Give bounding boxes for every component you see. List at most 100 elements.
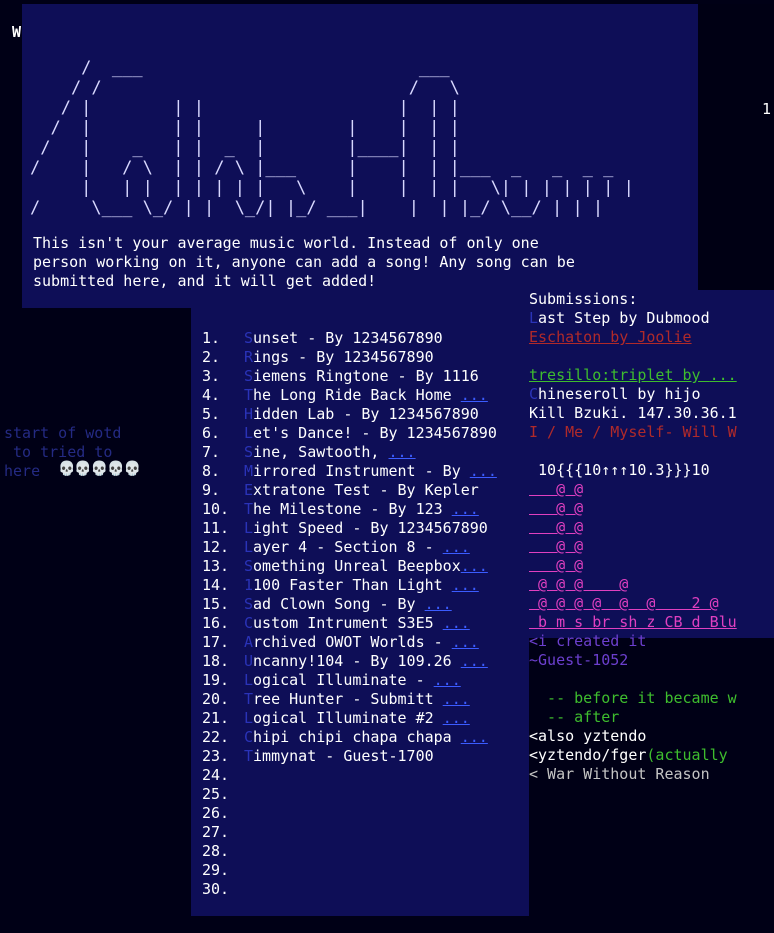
song-title: ogical Illuminate #2 xyxy=(253,709,443,727)
song-row: 20. Tree Hunter - Submitt ... xyxy=(202,690,497,709)
song-title: ustom Intrument S3E5 xyxy=(253,614,443,632)
song-row: 30. xyxy=(202,880,497,899)
song-row: 23. Timmynat - Guest-1700 xyxy=(202,747,497,766)
song-row: 19. Logical Illuminate - ... xyxy=(202,671,497,690)
submission-row: @ @ xyxy=(529,499,737,518)
song-row: 21. Logical Illuminate #2 ... xyxy=(202,709,497,728)
submission-text: -- before it became w xyxy=(529,689,737,707)
song-number: 2. xyxy=(202,348,221,366)
song-more-link[interactable]: ... xyxy=(434,671,461,689)
song-row: 14. 1100 Faster Than Light ... xyxy=(202,576,497,595)
left-note-line-1: start of wotd xyxy=(4,424,122,442)
song-title: 100 Faster Than Light xyxy=(253,576,452,594)
song-number: 22. xyxy=(202,728,230,746)
song-more-link[interactable]: ... xyxy=(452,500,479,518)
song-number: 6. xyxy=(202,424,221,442)
song-row: 29. xyxy=(202,861,497,880)
song-title: et's Dance! - By 1234567890 xyxy=(253,424,497,442)
submission-row: tresillo:triplet by ... xyxy=(529,366,737,385)
song-row: 16. Custom Intrument S3E5 ... xyxy=(202,614,497,633)
submission-text: 10{{{10↑↑↑10.3}}}10 xyxy=(529,461,710,479)
submission-text[interactable]: @ @ xyxy=(529,499,583,517)
song-more-link[interactable]: ... xyxy=(425,595,452,613)
submission-text: ast Step by Dubmood xyxy=(538,309,710,327)
song-title: he Long Ride Back Home xyxy=(253,386,461,404)
submission-row: -- after xyxy=(529,708,737,727)
submission-row: Eschaton by Joolie xyxy=(529,328,737,347)
song-title: ings - By 1234567890 xyxy=(253,348,434,366)
song-number: 8. xyxy=(202,462,221,480)
song-number: 15. xyxy=(202,595,230,613)
song-initial: T xyxy=(244,747,254,765)
song-more-link[interactable]: ... xyxy=(443,538,470,556)
song-more-link[interactable]: ... xyxy=(470,462,497,480)
song-title: unset - By 1234567890 xyxy=(253,329,443,347)
submission-text[interactable]: Eschaton by Joolie xyxy=(529,328,692,346)
song-more-link[interactable]: ... xyxy=(461,652,488,670)
song-initial: L xyxy=(244,519,254,537)
song-row: 24. xyxy=(202,766,497,785)
song-row: 5. Hidden Lab - By 1234567890 xyxy=(202,405,497,424)
song-number: 10. xyxy=(202,500,230,518)
song-initial: E xyxy=(244,481,254,499)
song-more-link[interactable]: ... xyxy=(389,443,416,461)
song-more-link[interactable]: ... xyxy=(443,690,470,708)
song-number: 29. xyxy=(202,861,230,879)
song-list: 1. Sunset - By 1234567890 2. Rings - By 123… xyxy=(202,329,497,899)
submission-row: ~Guest-1052 xyxy=(529,651,737,670)
song-row: 9. Extratone Test - By Kepler xyxy=(202,481,497,500)
song-more-link[interactable]: ... xyxy=(443,709,470,727)
song-row: 1. Sunset - By 1234567890 xyxy=(202,329,497,348)
song-row: 17. Archived OWOT Worlds - ... xyxy=(202,633,497,652)
song-initial: S xyxy=(244,595,254,613)
submission-text[interactable]: @ @ @ @ @ @ 2 @ xyxy=(529,594,719,612)
submission-text[interactable]: @ @ xyxy=(529,518,583,536)
song-number: 30. xyxy=(202,880,230,898)
song-title: ine, Sawtooth, xyxy=(253,443,389,461)
song-row: 11. Light Speed - By 1234567890 xyxy=(202,519,497,538)
submissions-list: Submissions: Last Step by Dubmood Eschaton… xyxy=(529,290,737,784)
song-title: irrored Instrument - By xyxy=(253,462,470,480)
song-number: 24. xyxy=(202,766,230,784)
submission-row: 10{{{10↑↑↑10.3}}}10 xyxy=(529,461,737,480)
submission-row: Chineseroll by hijo xyxy=(529,385,737,404)
song-more-link[interactable]: ... xyxy=(461,557,488,575)
submission-text[interactable]: @ @ @ @ xyxy=(529,575,628,593)
song-number: 4. xyxy=(202,386,221,404)
song-more-link[interactable]: ... xyxy=(443,614,470,632)
submission-text[interactable]: ... xyxy=(710,366,737,384)
dark-region xyxy=(698,4,774,290)
submission-text[interactable]: @ @ xyxy=(529,556,583,574)
submission-text: < War Without Reason xyxy=(529,765,710,783)
corner-char-right: 1 xyxy=(762,100,772,118)
song-initial: R xyxy=(244,348,254,366)
song-row: 12. Layer 4 - Section 8 - ... xyxy=(202,538,497,557)
song-initial: T xyxy=(244,690,254,708)
submission-text[interactable]: @ @ xyxy=(529,480,583,498)
submission-row: I / Me / Myself- Will W xyxy=(529,423,737,442)
skull-emojis: 💀💀💀💀💀 xyxy=(58,461,141,477)
song-more-link[interactable]: ... xyxy=(452,576,479,594)
submission-text[interactable]: tresillo:triplet by xyxy=(529,366,710,384)
song-title: xtratone Test - By Kepler xyxy=(253,481,479,499)
song-initial: C xyxy=(244,614,254,632)
submission-text[interactable]: b m s br sh z CB d Blu xyxy=(529,613,737,631)
song-initial: S xyxy=(244,557,254,575)
song-more-link[interactable]: ... xyxy=(461,728,488,746)
song-initial: L xyxy=(244,424,254,442)
song-title: hipi chipi chapa chapa xyxy=(253,728,461,746)
song-row: 6. Let's Dance! - By 1234567890 xyxy=(202,424,497,443)
song-more-link[interactable]: ... xyxy=(461,386,488,404)
song-initial: L xyxy=(244,538,254,556)
song-row: 4. The Long Ride Back Home ... xyxy=(202,386,497,405)
song-row: 27. xyxy=(202,823,497,842)
song-number: 26. xyxy=(202,804,230,822)
corner-char-left: W xyxy=(12,23,22,41)
song-row: 13. Something Unreal Beepbox... xyxy=(202,557,497,576)
submission-row: < War Without Reason xyxy=(529,765,737,784)
submission-row: @ @ xyxy=(529,518,737,537)
submission-text[interactable]: @ @ xyxy=(529,537,583,555)
submission-row xyxy=(529,442,737,461)
song-more-link[interactable]: ... xyxy=(452,633,479,651)
song-initial: L xyxy=(244,709,254,727)
